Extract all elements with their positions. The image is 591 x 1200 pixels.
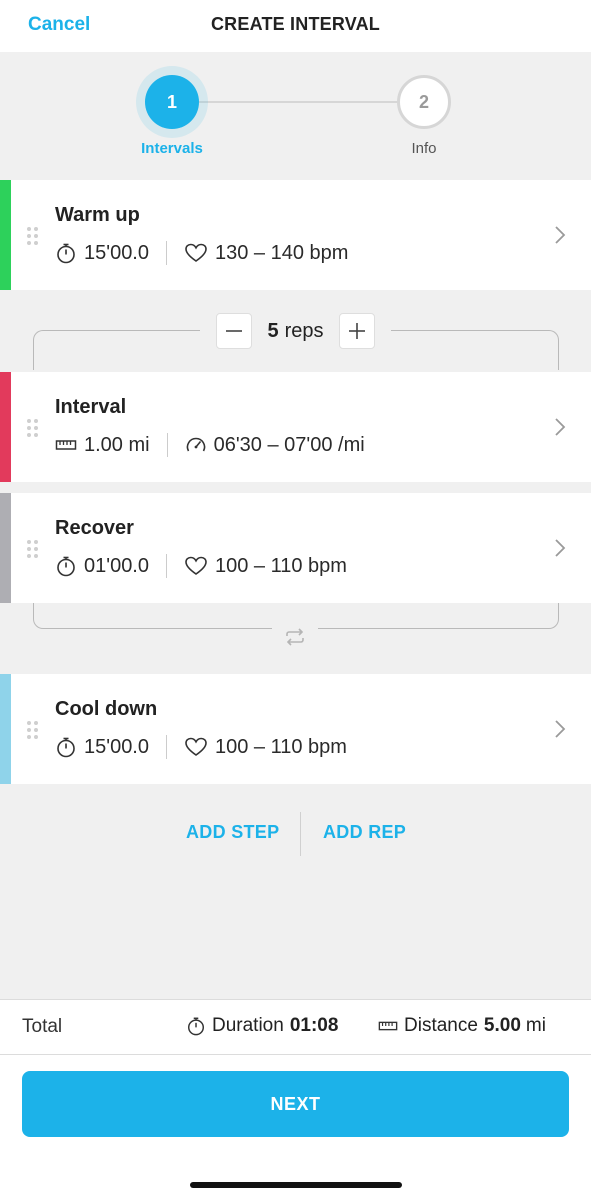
minus-icon bbox=[226, 330, 242, 332]
page-title: CREATE INTERVAL bbox=[210, 14, 380, 34]
duration-label: Duration bbox=[212, 1015, 284, 1036]
distance-unit: mi bbox=[525, 1015, 546, 1036]
step-distance: 1.00 mi bbox=[84, 433, 150, 456]
drag-handle-icon[interactable] bbox=[27, 721, 39, 739]
decrement-reps-button[interactable] bbox=[216, 313, 252, 349]
step-card-warm-up[interactable]: Warm up 15'00.0 130 – 140 bpm bbox=[0, 180, 591, 290]
step-pace: 06'30 – 07'00 /mi bbox=[213, 433, 365, 456]
drag-handle-icon[interactable] bbox=[27, 419, 39, 437]
drag-handle-icon[interactable] bbox=[27, 540, 39, 558]
step-color-bar bbox=[0, 493, 11, 603]
divider bbox=[166, 735, 167, 759]
step-duration: 01'00.0 bbox=[84, 554, 149, 577]
divider bbox=[166, 554, 167, 578]
step-card-cool-down[interactable]: Cool down 15'00.0 100 – 110 bpm bbox=[0, 674, 591, 784]
step-title: Cool down bbox=[55, 698, 158, 720]
increment-reps-button[interactable] bbox=[339, 313, 375, 349]
step-heart-rate: 100 – 110 bpm bbox=[215, 735, 347, 758]
chevron-right-icon[interactable] bbox=[554, 719, 566, 739]
plus-icon bbox=[349, 323, 365, 339]
step-title: Warm up bbox=[55, 204, 140, 226]
progress-stepper: 1 2 Intervals Info bbox=[0, 52, 591, 180]
step-heart-rate: 100 – 110 bpm bbox=[215, 554, 347, 577]
step-2-label: Info bbox=[411, 140, 437, 157]
stopwatch-icon bbox=[57, 737, 75, 758]
step-duration: 15'00.0 bbox=[84, 241, 149, 264]
distance-value: 5.00 bbox=[483, 1015, 521, 1036]
step-card-interval[interactable]: Interval 1.00 mi 06'30 – 07'00 /mi bbox=[0, 372, 591, 482]
add-step-button[interactable]: ADD STEP bbox=[186, 822, 279, 843]
step-card-recover[interactable]: Recover 01'00.0 100 – 110 bpm bbox=[0, 493, 591, 603]
heart-icon bbox=[185, 556, 207, 575]
add-actions: ADD STEP ADD REP bbox=[0, 812, 591, 856]
stopwatch-icon bbox=[57, 556, 75, 577]
chevron-right-icon[interactable] bbox=[554, 417, 566, 437]
repeat-block-header: 5 reps bbox=[0, 290, 591, 372]
footer: NEXT bbox=[0, 1055, 591, 1200]
divider bbox=[166, 241, 167, 265]
stepper-connector bbox=[199, 101, 399, 103]
step-heart-rate: 130 – 140 bpm bbox=[215, 241, 349, 264]
step-color-bar bbox=[0, 180, 11, 290]
step-title: Recover bbox=[55, 517, 134, 539]
divider bbox=[166, 433, 168, 457]
total-label: Total bbox=[22, 1016, 63, 1037]
step-1-label: Intervals bbox=[141, 140, 203, 157]
step-color-bar bbox=[0, 372, 11, 482]
stopwatch-icon bbox=[57, 243, 75, 264]
duration-value: 01:08 bbox=[289, 1015, 339, 1036]
total-duration: Duration 01:08 bbox=[186, 1015, 338, 1037]
reps-stepper: 5 reps bbox=[200, 310, 391, 352]
drag-handle-icon[interactable] bbox=[27, 227, 39, 245]
add-rep-button[interactable]: ADD REP bbox=[323, 822, 406, 843]
repeat-block-footer bbox=[0, 603, 591, 674]
reps-count: 5 reps bbox=[267, 319, 324, 342]
heart-icon bbox=[185, 243, 207, 262]
repeat-loop-icon bbox=[272, 626, 318, 648]
step-duration: 15'00.0 bbox=[84, 735, 149, 758]
home-indicator bbox=[190, 1182, 402, 1188]
step-color-bar bbox=[0, 674, 11, 784]
heart-icon bbox=[185, 737, 207, 756]
divider bbox=[300, 812, 301, 856]
total-summary: Total Duration 01:08 Distance 5.00 mi bbox=[0, 999, 591, 1055]
step-2-indicator[interactable]: 2 bbox=[397, 75, 451, 129]
ruler-icon bbox=[378, 1021, 398, 1031]
header: Cancel CREATE INTERVAL bbox=[0, 0, 591, 52]
chevron-right-icon[interactable] bbox=[554, 538, 566, 558]
total-distance: Distance 5.00 mi bbox=[378, 1015, 546, 1037]
step-1-indicator[interactable]: 1 bbox=[145, 75, 199, 129]
step-title: Interval bbox=[55, 396, 127, 418]
speedometer-icon bbox=[186, 437, 205, 452]
distance-label: Distance bbox=[404, 1015, 478, 1036]
chevron-right-icon[interactable] bbox=[554, 225, 566, 245]
stopwatch-icon bbox=[188, 1017, 204, 1036]
next-button[interactable]: NEXT bbox=[22, 1071, 569, 1137]
ruler-icon bbox=[55, 440, 77, 450]
